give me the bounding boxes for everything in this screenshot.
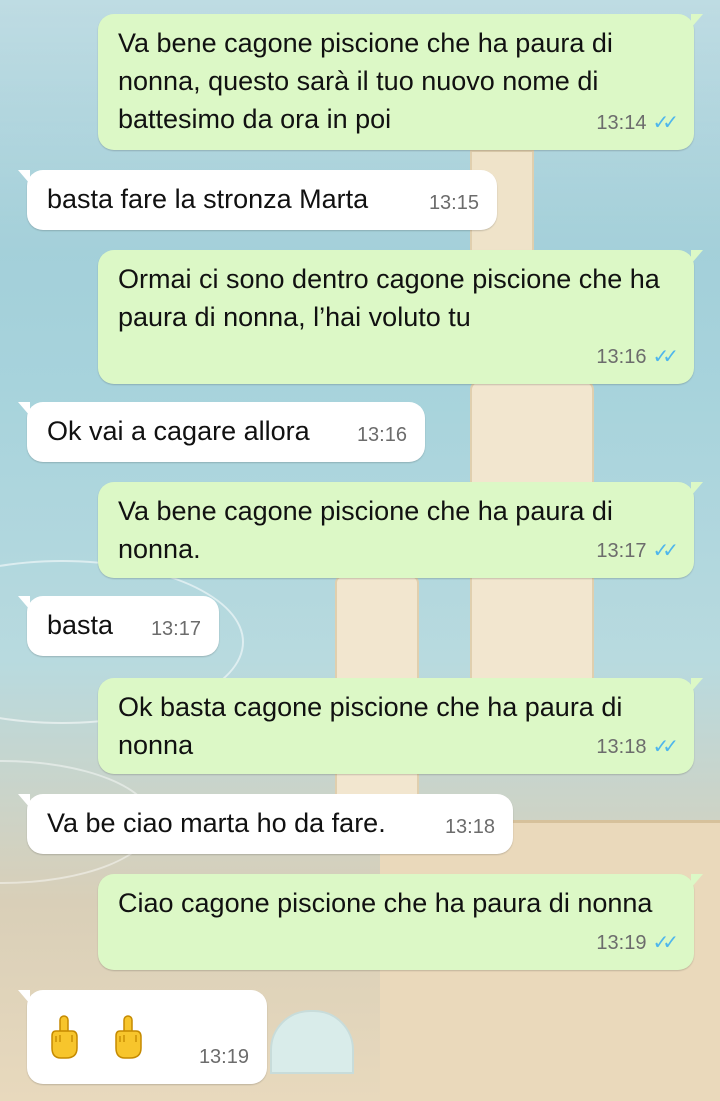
incoming-message[interactable]: 13:19	[18, 990, 267, 1084]
message-time: 13:18	[444, 816, 495, 838]
message-meta: 13:16 ✓✓	[596, 338, 678, 376]
message-time: 13:19	[596, 932, 647, 954]
message-text: Va bene cagone piscione che ha paura di …	[118, 496, 613, 564]
read-receipt-icon: ✓✓	[652, 932, 678, 954]
incoming-message[interactable]: basta fare la stronza Marta 13:15	[18, 170, 497, 230]
read-receipt-icon: ✓✓	[652, 346, 678, 368]
message-time: 13:15	[428, 192, 479, 214]
message-text: Ormai ci sono dentro cagone piscione che…	[118, 264, 660, 332]
message-time: 13:18	[596, 736, 647, 758]
message-text: basta fare la stronza Marta	[47, 184, 369, 214]
message-time: 13:17	[596, 540, 647, 562]
read-receipt-icon: ✓✓	[652, 112, 678, 134]
read-receipt-icon: ✓✓	[652, 540, 678, 562]
outgoing-message[interactable]: Va bene cagone piscione che ha paura di …	[98, 14, 703, 150]
outgoing-message[interactable]: Ormai ci sono dentro cagone piscione che…	[98, 250, 703, 384]
message-text: Ok basta cagone piscione che ha paura di…	[118, 692, 623, 760]
read-receipt-icon: ✓✓	[652, 736, 678, 758]
message-text: Va be ciao marta ho da fare.	[47, 808, 386, 838]
message-meta: 13:19 ✓✓	[596, 924, 678, 962]
outgoing-message[interactable]: Va bene cagone piscione che ha paura di …	[98, 482, 703, 578]
incoming-message[interactable]: basta 13:17	[18, 596, 219, 656]
message-meta: 13:18 ✓✓	[596, 728, 678, 766]
message-time: 13:17	[150, 618, 201, 640]
message-meta: 13:14 ✓✓	[596, 104, 678, 142]
message-time: 13:19	[198, 1046, 249, 1068]
message-list: Va bene cagone piscione che ha paura di …	[0, 0, 720, 1101]
incoming-message[interactable]: Va be ciao marta ho da fare. 13:18	[18, 794, 513, 854]
message-time: 13:16	[596, 346, 647, 368]
message-time: 13:16	[356, 424, 407, 446]
outgoing-message[interactable]: Ok basta cagone piscione che ha paura di…	[98, 678, 703, 774]
message-text: Ok vai a cagare allora	[47, 416, 310, 446]
message-text: Va bene cagone piscione che ha paura di …	[118, 28, 613, 134]
middle-finger-emoji-icon	[47, 1014, 81, 1060]
middle-finger-emoji-icon	[111, 1014, 145, 1060]
message-meta: 13:17 ✓✓	[596, 532, 678, 570]
outgoing-message[interactable]: Ciao cagone piscione che ha paura di non…	[98, 874, 703, 970]
message-time: 13:14	[596, 112, 647, 134]
message-text: Ciao cagone piscione che ha paura di non…	[118, 888, 653, 918]
incoming-message[interactable]: Ok vai a cagare allora 13:16	[18, 402, 425, 462]
